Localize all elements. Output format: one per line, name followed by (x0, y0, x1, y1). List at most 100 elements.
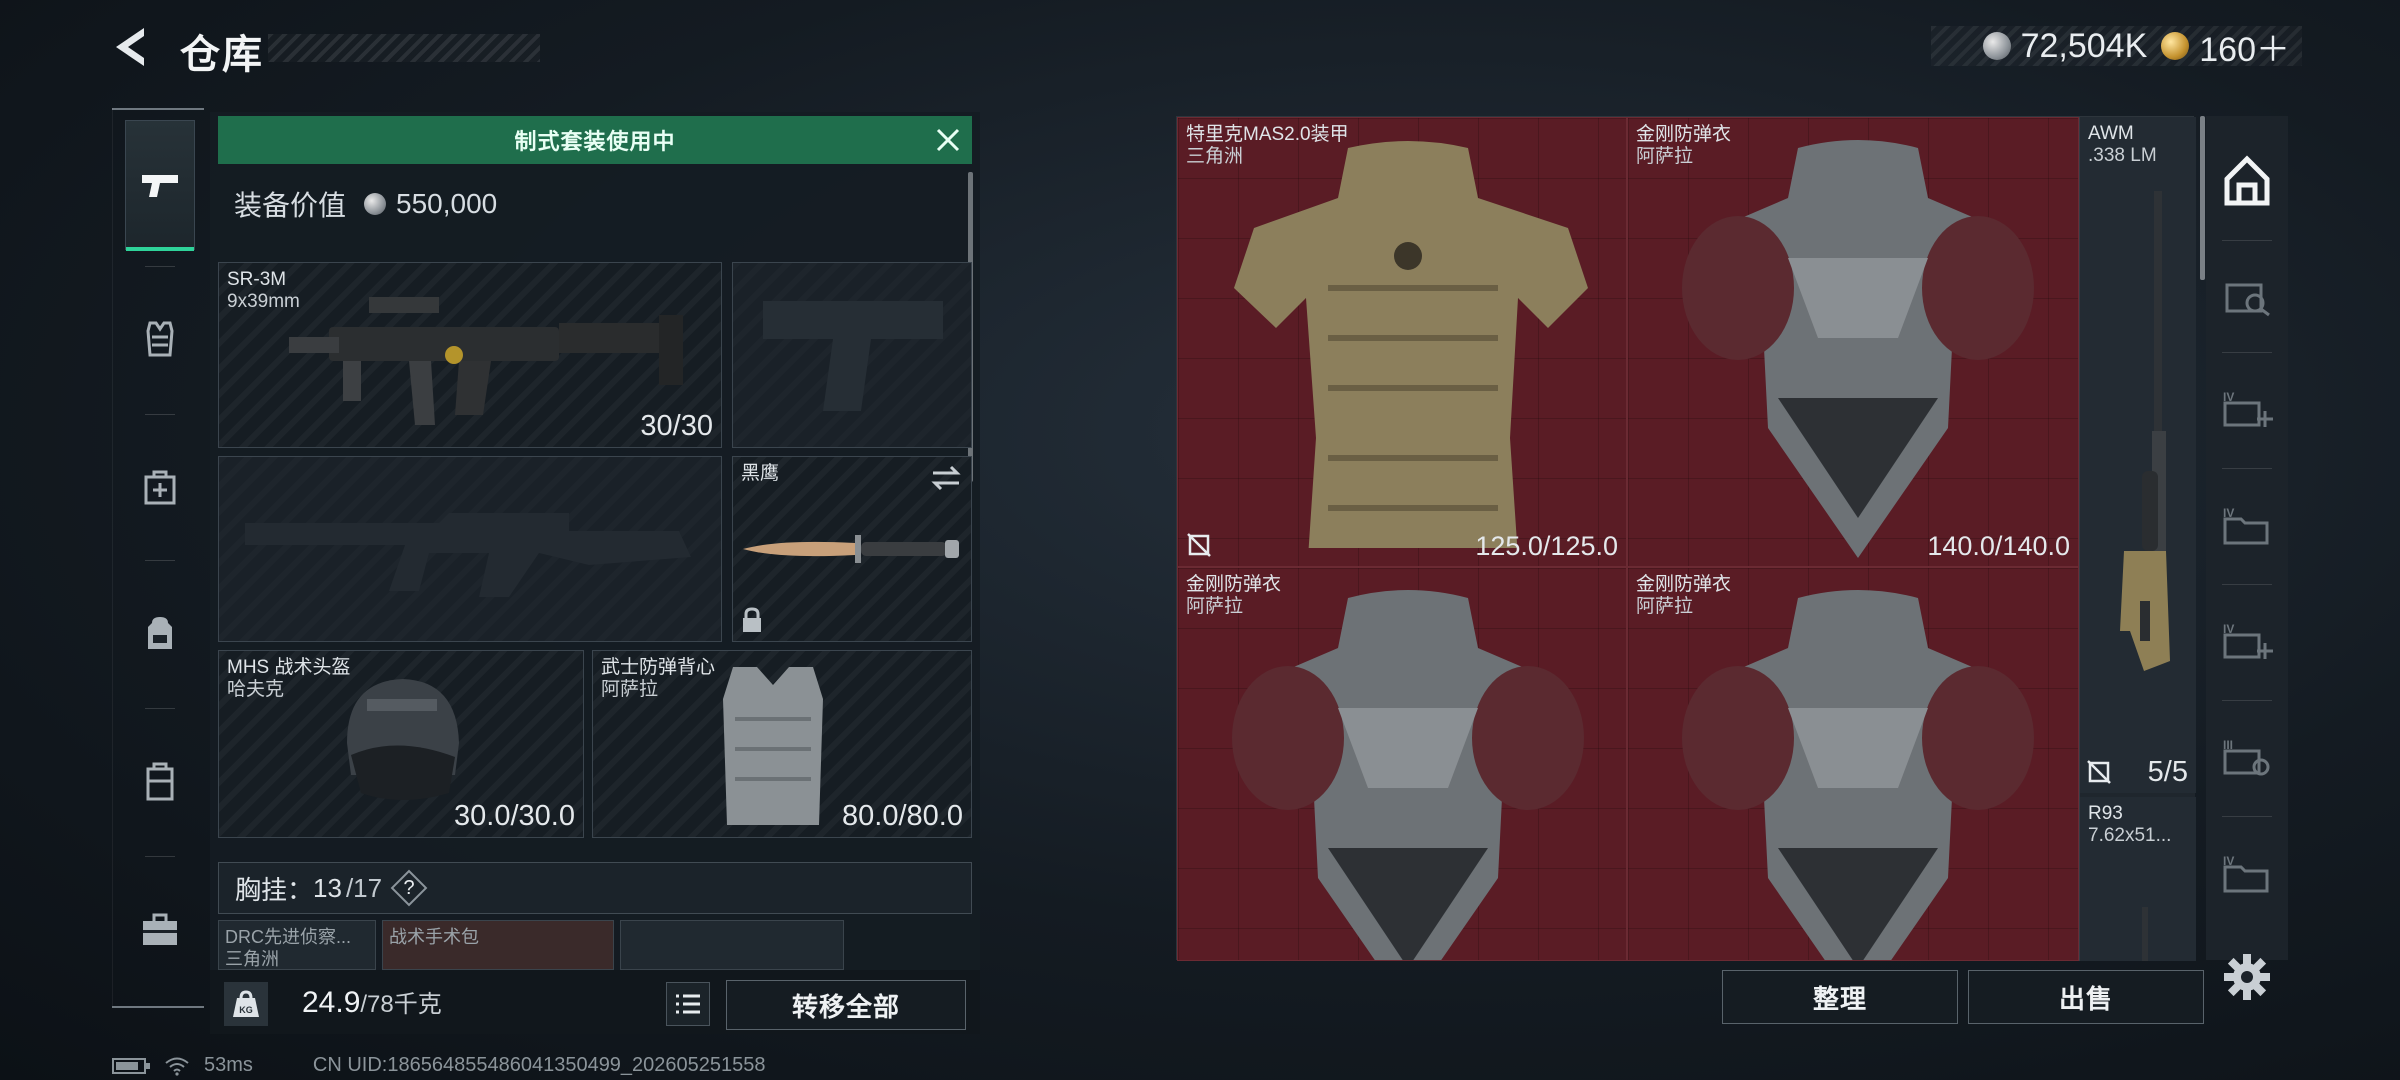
storage-grid: 特里克MAS2.0装甲 三角洲 125.0/125.0 金刚防弹衣 阿萨拉 14… (1176, 116, 2196, 961)
storage-tab-5[interactable]: IV (2206, 596, 2288, 686)
storage-tab-main[interactable] (2206, 136, 2288, 226)
rail-divider (2222, 352, 2272, 353)
storage-item[interactable]: 金刚防弹衣 阿萨拉 (1177, 567, 1627, 961)
storage-tabs: IV IV IV III IV (2206, 116, 2288, 960)
rail-tab-case[interactable] (125, 716, 195, 846)
folder-icon: IV (2223, 506, 2269, 545)
storage-item[interactable]: AWM .338 LM 5/5 (2080, 117, 2196, 793)
helmet-brand: 哈夫克 (227, 679, 285, 700)
battery-icon (112, 1057, 150, 1074)
storage-item[interactable]: 金刚防弹衣 阿萨拉 140.0/140.0 (1627, 117, 2079, 567)
currency-gold-value: 160＋ (2199, 30, 2290, 69)
storage-tab-3[interactable]: IV (2206, 364, 2288, 454)
toolbox-icon (143, 913, 177, 945)
vest-icon (146, 321, 174, 357)
storage-item[interactable]: R93 7.62x51... (2080, 797, 2196, 961)
armor-slot[interactable]: 武士防弹背心 阿萨拉 80.0/80.0 (592, 650, 972, 838)
chest-item[interactable]: 战术手术包 (382, 920, 614, 970)
swap-icon[interactable] (929, 465, 963, 491)
chest-rig-used: 13 (313, 872, 342, 903)
wifi-icon (165, 1057, 189, 1076)
page-title: 仓库 (180, 33, 264, 77)
title-decoration (268, 34, 540, 62)
rail-tab-toolbox[interactable] (125, 864, 195, 994)
chest-item-name: 战术手术包 (389, 927, 479, 947)
sell-button[interactable]: 出售 (1968, 970, 2204, 1024)
storage-tab-2[interactable] (2206, 252, 2288, 342)
helmet-icon (347, 679, 459, 800)
rail-divider (145, 414, 175, 415)
storage-tab-4[interactable]: IV (2206, 480, 2288, 570)
rail-bottom-divider (112, 1006, 204, 1008)
item-name: R93 (2088, 803, 2123, 824)
storage-tab-6[interactable]: III (2206, 712, 2288, 802)
storage-tab-7[interactable]: IV (2206, 828, 2288, 918)
pistol-slot[interactable] (732, 262, 972, 448)
carry-weight: 24.9/78千克 (302, 984, 442, 1020)
pistol-icon (142, 175, 178, 197)
transfer-all-button[interactable]: 转移全部 (726, 980, 966, 1030)
loadout-footer: KG 24.9/78千克 转移全部 (210, 970, 980, 1034)
lock-icon (743, 607, 761, 632)
storage-item[interactable]: 金刚防弹衣 阿萨拉 (1627, 567, 2079, 961)
back-arrow-icon[interactable] (108, 22, 156, 72)
svg-text:KG: KG (239, 1005, 253, 1015)
ping: 53ms (204, 1054, 253, 1076)
chest-rig-capacity: /17 (345, 872, 383, 903)
currency-gold[interactable]: 160＋ (2161, 22, 2290, 71)
chest-item[interactable]: DRC先进侦察... 三角洲 (218, 920, 376, 970)
melee-slot[interactable]: 黑鹰 (732, 456, 972, 642)
item-caliber: .338 LM (2088, 145, 2157, 166)
house-icon (2224, 155, 2270, 206)
chest-rig-items: DRC先进侦察... 三角洲 战术手术包 (218, 920, 972, 970)
r93-rifle-icon (2142, 907, 2148, 961)
rail-tab-weapons[interactable] (125, 120, 195, 251)
container-icon: III (2223, 738, 2270, 776)
rail-tab-backpack[interactable] (125, 568, 195, 698)
currency-silver[interactable]: 72,504K (1982, 27, 2147, 66)
rail-divider (2222, 240, 2272, 241)
heavy-armor-icon (1682, 140, 2034, 558)
item-durability: 140.0/140.0 (1927, 531, 2070, 561)
item-caliber: 7.62x51... (2088, 825, 2172, 846)
chest-item[interactable] (620, 920, 844, 970)
user-uid: CN UID:186564855486041350499_20260525155… (312, 1054, 766, 1076)
settings-gear-icon[interactable] (2222, 952, 2272, 1002)
kettlebell-icon: KG (233, 990, 259, 1017)
sr3m-rifle-icon (289, 297, 683, 425)
help-glyph: ? (403, 876, 415, 899)
item-ammo-count: 5/5 (2147, 756, 2188, 788)
help-icon[interactable]: ? (394, 873, 424, 903)
sort-button[interactable]: 整理 (1722, 970, 1958, 1024)
rail-divider (2222, 468, 2272, 469)
heavy-armor-icon (1682, 590, 2034, 960)
storage-side-column: AWM .338 LM 5/5 R93 7.62x51... (2079, 117, 2196, 961)
knife-icon (743, 535, 959, 563)
rail-divider (145, 560, 175, 561)
category-rail (112, 108, 204, 1008)
loadout-banner: 制式套装使用中 (218, 116, 972, 164)
helmet-name: MHS 战术头盔 (227, 657, 351, 678)
carry-weight-capacity: /78千克 (360, 991, 442, 1018)
storage-scrollbar[interactable] (2200, 116, 2205, 280)
armor-vest-icon (723, 667, 823, 825)
helmet-durability: 30.0/30.0 (454, 800, 575, 832)
armor-durability: 80.0/80.0 (842, 800, 963, 832)
camo-armor-icon (1234, 141, 1588, 548)
loadout-panel: 制式套装使用中 装备价值 550,000 SR-3M 9x39mm 30/30 (210, 112, 980, 1034)
chest-rig-bar[interactable]: 胸挂： 13 /17 ? (218, 862, 972, 914)
primary-weapon-slot[interactable]: SR-3M 9x39mm 30/30 (218, 262, 722, 448)
case-icon (146, 762, 174, 801)
helmet-slot[interactable]: MHS 战术头盔 哈夫克 30.0/30.0 (218, 650, 584, 838)
rail-tab-medical[interactable] (125, 422, 195, 552)
carry-weight-value: 24.9 (302, 986, 361, 1019)
secondary-weapon-slot[interactable] (218, 456, 722, 642)
add-container-icon: IV (2223, 622, 2273, 659)
close-icon[interactable] (934, 126, 962, 154)
storage-item[interactable]: 特里克MAS2.0装甲 三角洲 125.0/125.0 (1177, 117, 1627, 567)
rail-tab-armor[interactable] (125, 274, 195, 404)
weight-icon: KG (224, 982, 268, 1026)
no-insure-icon (1187, 533, 1211, 557)
gold-coin-icon (2161, 32, 2190, 60)
list-view-button[interactable] (666, 982, 710, 1026)
